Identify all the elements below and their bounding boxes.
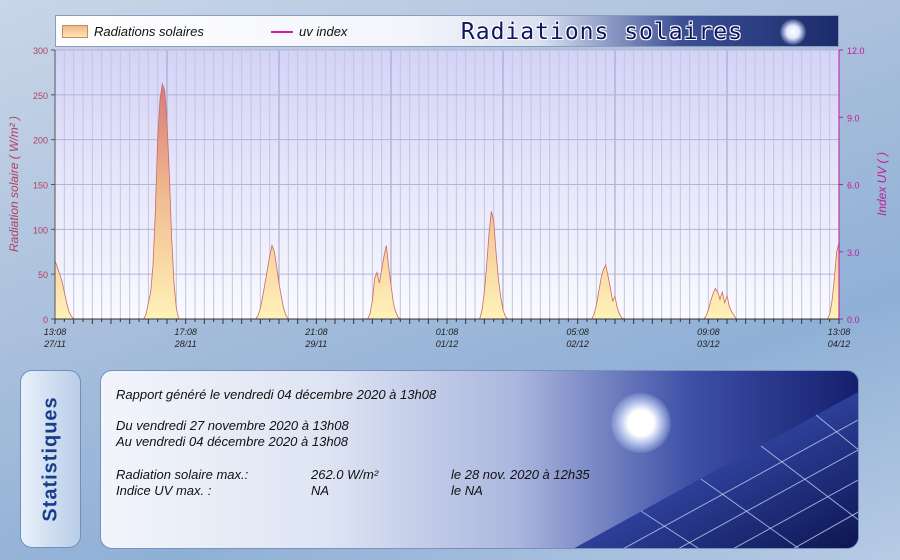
legend-label-uv: uv index — [299, 24, 348, 39]
uv-max-label: Indice UV max. : — [116, 483, 212, 498]
report-from: Du vendredi 27 novembre 2020 à 13h08 — [116, 418, 349, 433]
x-tick-label-date: 28/11 — [174, 339, 197, 349]
legend-swatch-radiation — [62, 25, 88, 38]
stats-tab-label: Statistiques — [39, 396, 61, 522]
report-generated: Rapport généré le vendredi 04 décembre 2… — [116, 387, 437, 402]
x-tick-label-date: 01/12 — [436, 339, 459, 349]
x-tick-label-date: 02/12 — [566, 339, 589, 349]
stats-tab: Statistiques — [20, 370, 81, 548]
sun-icon — [780, 19, 806, 45]
rad-max-date: le 28 nov. 2020 à 12h35 — [451, 467, 590, 482]
y-tick-label: 0 — [43, 315, 48, 325]
x-tick-label-time: 01:08 — [436, 327, 459, 337]
x-tick-label-date: 29/11 — [304, 339, 327, 349]
x-tick-label-date: 03/12 — [697, 339, 720, 349]
uv-max-date: le NA — [451, 483, 483, 498]
report-to: Au vendredi 04 décembre 2020 à 13h08 — [116, 434, 349, 449]
x-tick-label-time: 13:08 — [828, 327, 851, 337]
legend-label-radiation: Radiations solaires — [94, 24, 204, 39]
y-tick-label: 50 — [38, 270, 48, 280]
y-tick-label: 150 — [33, 181, 48, 191]
legend-line-uv — [271, 31, 293, 33]
y2-tick-label: 3.0 — [847, 248, 860, 258]
y-tick-label: 100 — [33, 225, 48, 235]
x-tick-label-time: 13:08 — [44, 327, 67, 337]
x-tick-label-time: 17:08 — [174, 327, 197, 337]
uv-max-value: NA — [311, 483, 330, 498]
y-tick-label: 200 — [33, 136, 48, 146]
y2-tick-label: 6.0 — [847, 181, 860, 191]
sun-icon — [611, 393, 671, 453]
y2-axis-label: Index UV ( ) — [875, 152, 889, 216]
rad-max-label: Radiation solaire max.: — [116, 467, 249, 482]
y2-tick-label: 9.0 — [847, 113, 860, 123]
y-axis-label: Radiation solaire ( W/m² ) — [7, 116, 21, 252]
x-tick-label-time: 05:08 — [566, 327, 589, 337]
x-tick-label-date: 27/11 — [43, 339, 66, 349]
x-tick-label-time: 21:08 — [304, 327, 328, 337]
chart-title: Radiations solaires — [460, 19, 743, 45]
y2-tick-label: 0.0 — [847, 315, 860, 325]
x-tick-label-date: 04/12 — [828, 339, 851, 349]
x-tick-label-time: 09:08 — [697, 327, 720, 337]
stats-report-panel: Rapport généré le vendredi 04 décembre 2… — [100, 370, 859, 549]
y-tick-label: 300 — [33, 46, 48, 56]
y-tick-label: 250 — [33, 91, 48, 101]
chart-legend: Radiations solaires uv index Radiations … — [55, 15, 839, 47]
rad-max-value: 262.0 W/m² — [311, 467, 379, 482]
y2-tick-label: 12.0 — [847, 46, 865, 56]
